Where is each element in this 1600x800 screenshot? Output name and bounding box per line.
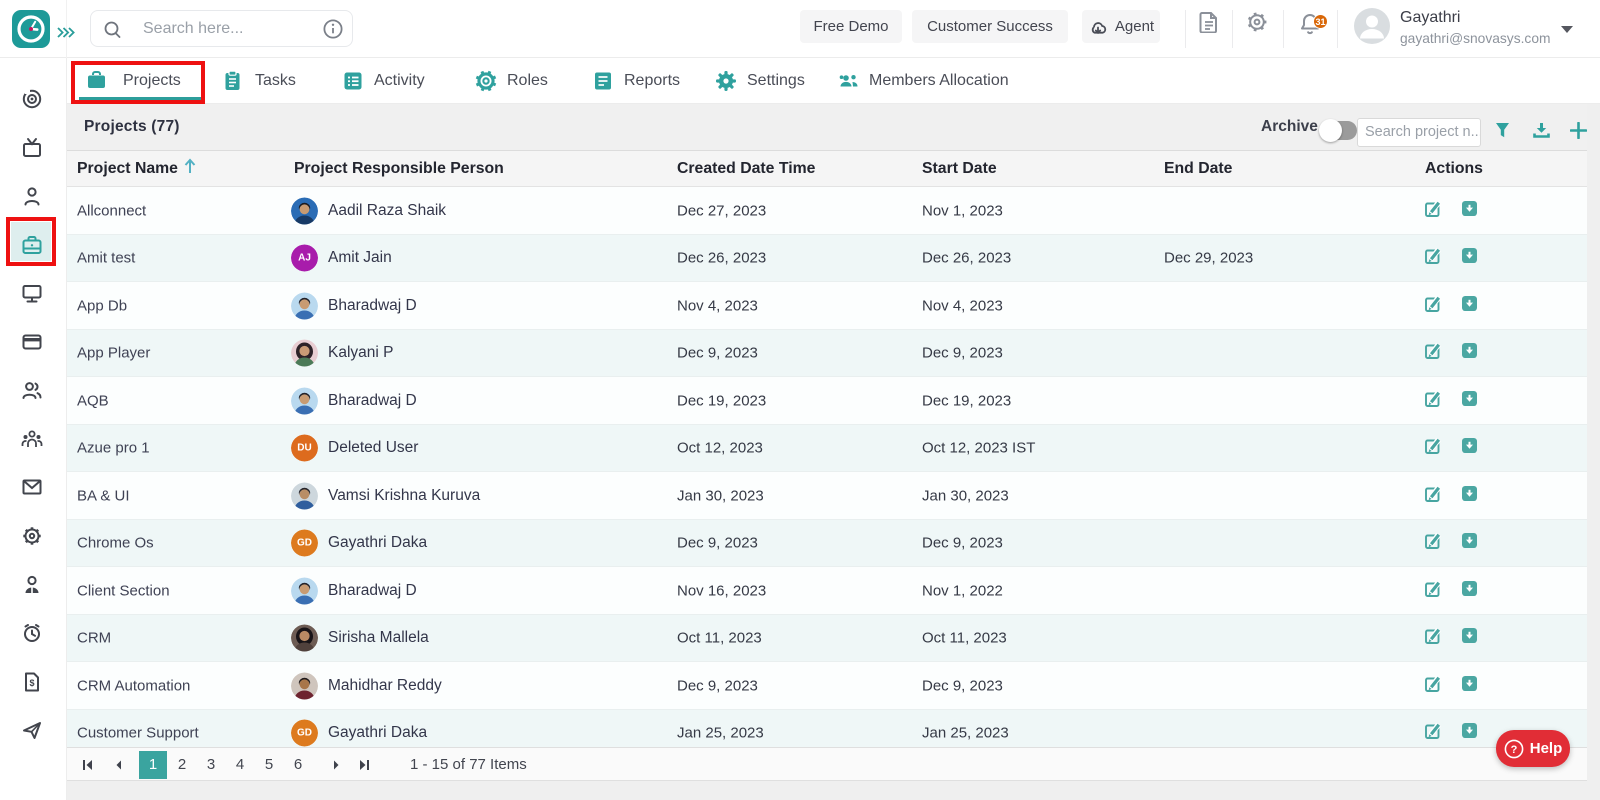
svg-text:$: $ xyxy=(29,678,34,688)
svg-text:?: ? xyxy=(1510,744,1517,756)
